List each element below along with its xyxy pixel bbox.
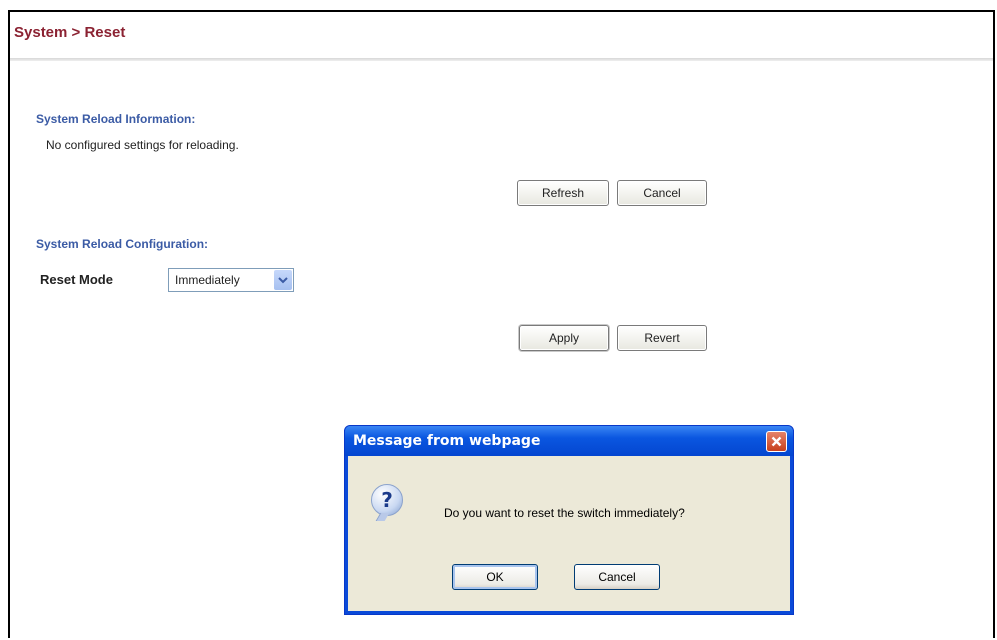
ok-button[interactable]: OK: [452, 564, 538, 590]
close-icon[interactable]: [766, 431, 787, 452]
refresh-button[interactable]: Refresh: [517, 180, 609, 206]
reload-info-title: System Reload Information:: [36, 112, 196, 126]
revert-button[interactable]: Revert: [617, 325, 707, 351]
dialog-titlebar[interactable]: Message from webpage: [345, 426, 793, 456]
dialog-body: ? Do you want to reset the switch immedi…: [348, 456, 790, 611]
dialog-message: Do you want to reset the switch immediat…: [444, 506, 685, 520]
reset-mode-select[interactable]: Immediately: [168, 268, 294, 292]
dialog-cancel-button[interactable]: Cancel: [574, 564, 660, 590]
reset-mode-label: Reset Mode: [40, 272, 113, 287]
confirm-dialog: Message from webpage ? Do you want to re…: [344, 425, 794, 615]
reload-info-text: No configured settings for reloading.: [46, 138, 239, 152]
reset-mode-value: Immediately: [175, 273, 240, 287]
question-icon: ?: [371, 484, 403, 516]
dialog-title: Message from webpage: [353, 433, 541, 449]
cancel-reload-button[interactable]: Cancel: [617, 180, 707, 206]
breadcrumb: System > Reset: [14, 24, 126, 41]
chevron-down-icon[interactable]: [274, 270, 292, 290]
reload-config-title: System Reload Configuration:: [36, 237, 209, 251]
apply-button[interactable]: Apply: [519, 325, 609, 351]
header-divider: [10, 58, 993, 61]
